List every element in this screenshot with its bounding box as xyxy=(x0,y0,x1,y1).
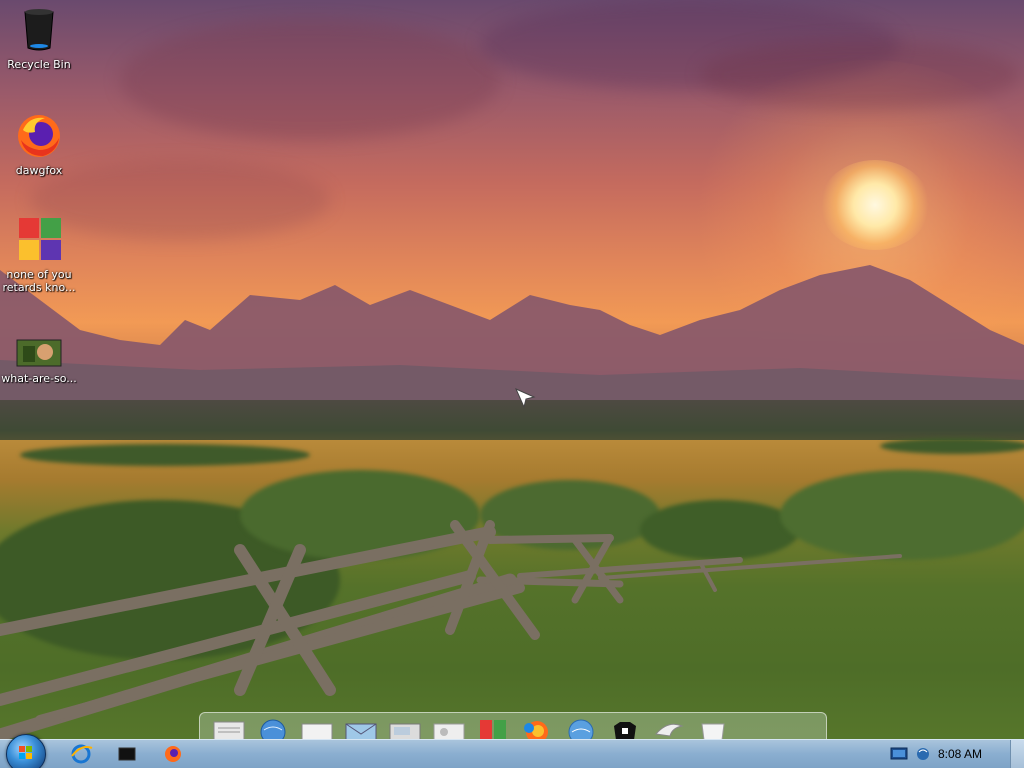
bin-icon[interactable] xyxy=(694,716,732,741)
firefox-icon[interactable] xyxy=(518,716,556,743)
desktop-icon-label: dawgfox xyxy=(15,164,63,177)
clock[interactable]: 8:08 AM xyxy=(938,747,982,761)
terminal-icon[interactable] xyxy=(114,742,140,766)
desktop-icon-recycle-bin[interactable]: Recycle Bin xyxy=(0,6,78,71)
taskbar: 8:08 AM xyxy=(0,734,1024,768)
mouse-cursor xyxy=(515,388,536,409)
desktop-icon-dawgfox[interactable]: dawgfox xyxy=(0,112,78,177)
cloud xyxy=(700,40,1020,110)
cloud xyxy=(120,20,500,140)
wooden-fence xyxy=(0,520,902,740)
sun xyxy=(820,160,930,250)
globe-icon[interactable] xyxy=(562,716,600,745)
monitor-icon[interactable] xyxy=(886,742,912,766)
network-icon[interactable] xyxy=(910,742,936,766)
start-button[interactable] xyxy=(6,734,46,768)
firefox-icon[interactable] xyxy=(160,742,186,766)
desktop-icon-label: none of you retards kno... xyxy=(2,268,76,294)
desktop[interactable]: Recycle Bin dawgfox none of you retards … xyxy=(0,0,1024,768)
photos-icon[interactable] xyxy=(430,716,468,741)
bush xyxy=(880,438,1024,454)
recycle-bin-icon xyxy=(15,6,63,54)
windows-flag-icon xyxy=(15,216,63,264)
internet-explorer-icon[interactable] xyxy=(68,742,94,766)
document-icon[interactable] xyxy=(298,716,336,741)
mail-icon[interactable] xyxy=(342,716,380,741)
dock xyxy=(199,712,827,745)
bush xyxy=(20,444,310,466)
desktop-icon-label: what-are-so... xyxy=(1,372,77,385)
desktop-icon-none-of-you[interactable]: none of you retards kno... xyxy=(0,216,78,294)
notepad-icon[interactable] xyxy=(210,716,248,741)
desktop-icon-what-are-so[interactable]: what-are-so... xyxy=(0,338,78,385)
image-file-icon xyxy=(15,338,63,368)
firefox-icon xyxy=(15,112,63,160)
bird-icon[interactable] xyxy=(650,716,688,740)
windows-logo-icon xyxy=(19,746,32,759)
show-desktop-button[interactable] xyxy=(1010,740,1024,768)
globe-icon[interactable] xyxy=(254,716,292,745)
desktop-icon-label: Recycle Bin xyxy=(7,58,71,71)
user-shirt-icon[interactable] xyxy=(606,716,644,740)
windows-flag-icon[interactable] xyxy=(474,716,512,740)
scanner-icon[interactable] xyxy=(386,716,424,741)
